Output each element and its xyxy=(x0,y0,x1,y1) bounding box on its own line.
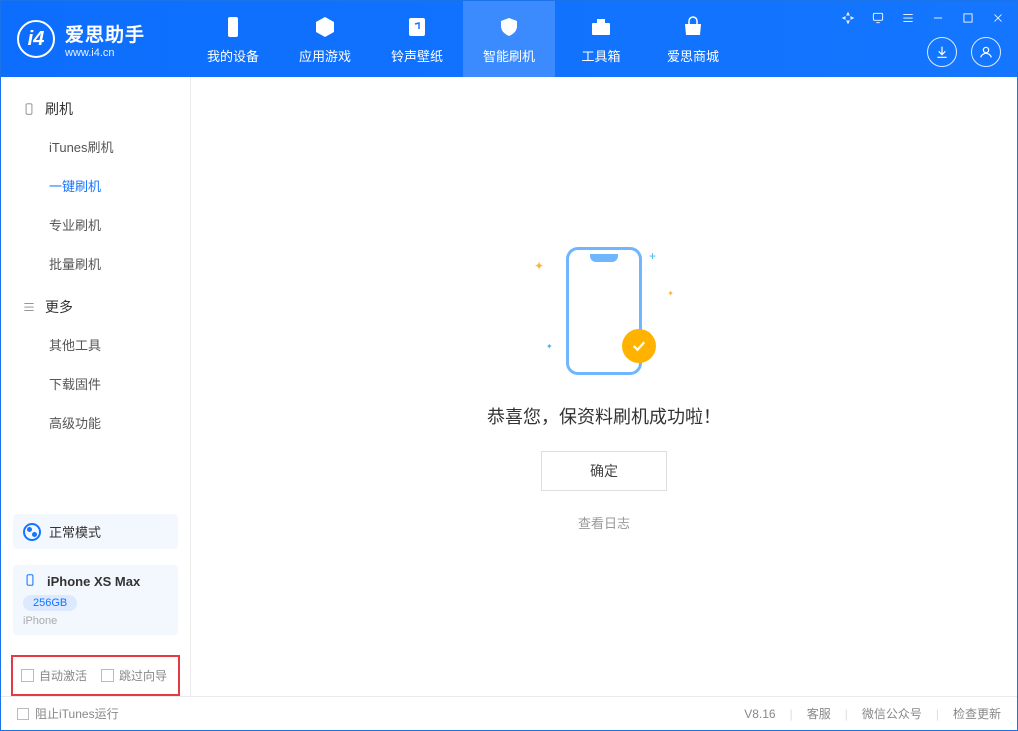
sidebar-section-title: 刷机 xyxy=(45,99,73,119)
checkbox-label: 跳过向导 xyxy=(119,667,167,684)
nav-tab-label: 工具箱 xyxy=(581,46,620,65)
checkbox-block-itunes[interactable]: 阻止iTunes运行 xyxy=(17,705,119,722)
nav-tab-apps[interactable]: 应用游戏 xyxy=(279,1,371,77)
nav-tab-label: 应用游戏 xyxy=(299,46,351,65)
nav-tab-store[interactable]: 爱思商城 xyxy=(647,1,739,77)
app-logo-icon: i4 xyxy=(17,20,55,58)
statusbar: 阻止iTunes运行 V8.16 | 客服 | 微信公众号 | 检查更新 xyxy=(1,696,1017,730)
check-badge-icon xyxy=(622,329,656,363)
checkbox-label: 自动激活 xyxy=(39,667,87,684)
phone-outline-icon xyxy=(23,573,39,589)
logo-area: i4 爱思助手 www.i4.cn xyxy=(17,20,187,59)
phone-icon xyxy=(220,14,246,40)
feedback-icon[interactable] xyxy=(869,9,887,27)
toolbox-icon xyxy=(588,14,614,40)
sidebar-section-title: 更多 xyxy=(45,297,73,317)
music-icon xyxy=(404,14,430,40)
nav-tab-label: 爱思商城 xyxy=(667,46,719,65)
sidebar-item-download-fw[interactable]: 下载固件 xyxy=(1,364,190,403)
ok-button[interactable]: 确定 xyxy=(541,451,667,491)
nav-tab-label: 铃声壁纸 xyxy=(391,46,443,65)
sidebar-item-batch-flash[interactable]: 批量刷机 xyxy=(1,244,190,283)
device-card[interactable]: iPhone XS Max 256GB iPhone xyxy=(13,565,178,635)
checkbox-label: 阻止iTunes运行 xyxy=(35,705,119,722)
titlebar: i4 爱思助手 www.i4.cn 我的设备 应用游戏 铃声壁纸 智能刷机 xyxy=(1,1,1017,77)
checkbox-auto-activate[interactable]: 自动激活 xyxy=(21,667,87,684)
version-label: V8.16 xyxy=(744,707,775,721)
sidebar: 刷机 iTunes刷机 一键刷机 专业刷机 批量刷机 更多 其他工具 下载固件 … xyxy=(1,77,191,696)
view-log-link[interactable]: 查看日志 xyxy=(578,513,630,532)
maximize-icon[interactable] xyxy=(959,9,977,27)
success-illustration: ✦ + ✦ ✦ xyxy=(524,241,684,381)
app-subtitle: www.i4.cn xyxy=(65,47,145,59)
device-storage-badge: 256GB xyxy=(23,595,77,611)
device-name: iPhone XS Max xyxy=(47,574,140,589)
sidebar-section-flash[interactable]: 刷机 xyxy=(1,91,190,127)
user-button[interactable] xyxy=(971,37,1001,67)
wechat-link[interactable]: 微信公众号 xyxy=(862,705,922,722)
sidebar-item-onekey-flash[interactable]: 一键刷机 xyxy=(1,166,190,205)
mode-label: 正常模式 xyxy=(49,522,101,541)
nav-tab-ringtones[interactable]: 铃声壁纸 xyxy=(371,1,463,77)
nav-tab-flash[interactable]: 智能刷机 xyxy=(463,1,555,77)
theme-icon[interactable] xyxy=(839,9,857,27)
device-type: iPhone xyxy=(23,615,168,627)
store-icon xyxy=(680,14,706,40)
sidebar-item-itunes-flash[interactable]: iTunes刷机 xyxy=(1,127,190,166)
refresh-shield-icon xyxy=(496,14,522,40)
checkbox-box-icon xyxy=(101,669,114,682)
success-message: 恭喜您，保资料刷机成功啦！ xyxy=(487,403,721,429)
mode-icon xyxy=(23,523,41,541)
checkbox-skip-guide[interactable]: 跳过向导 xyxy=(101,667,167,684)
check-update-link[interactable]: 检查更新 xyxy=(953,705,1001,722)
mode-card[interactable]: 正常模式 xyxy=(13,514,178,549)
sidebar-section-more[interactable]: 更多 xyxy=(1,289,190,325)
checkbox-box-icon xyxy=(21,669,34,682)
window-controls xyxy=(839,9,1007,27)
sidebar-item-other-tools[interactable]: 其他工具 xyxy=(1,325,190,364)
checkbox-box-icon xyxy=(17,708,29,720)
nav-tabs: 我的设备 应用游戏 铃声壁纸 智能刷机 工具箱 爱思商城 xyxy=(187,1,739,77)
nav-tab-label: 智能刷机 xyxy=(483,46,535,65)
nav-tab-my-device[interactable]: 我的设备 xyxy=(187,1,279,77)
sidebar-item-pro-flash[interactable]: 专业刷机 xyxy=(1,205,190,244)
nav-tab-label: 我的设备 xyxy=(207,46,259,65)
menu-icon[interactable] xyxy=(899,9,917,27)
list-icon xyxy=(21,299,37,315)
cube-icon xyxy=(312,14,338,40)
close-icon[interactable] xyxy=(989,9,1007,27)
support-link[interactable]: 客服 xyxy=(807,705,831,722)
minimize-icon[interactable] xyxy=(929,9,947,27)
device-icon xyxy=(21,101,37,117)
download-button[interactable] xyxy=(927,37,957,67)
app-title: 爱思助手 xyxy=(65,20,145,47)
sidebar-item-advanced[interactable]: 高级功能 xyxy=(1,403,190,442)
main-content: ✦ + ✦ ✦ 恭喜您，保资料刷机成功啦！ 确定 查看日志 xyxy=(191,77,1017,696)
nav-tab-toolbox[interactable]: 工具箱 xyxy=(555,1,647,77)
flash-options-row: 自动激活 跳过向导 xyxy=(11,655,180,696)
